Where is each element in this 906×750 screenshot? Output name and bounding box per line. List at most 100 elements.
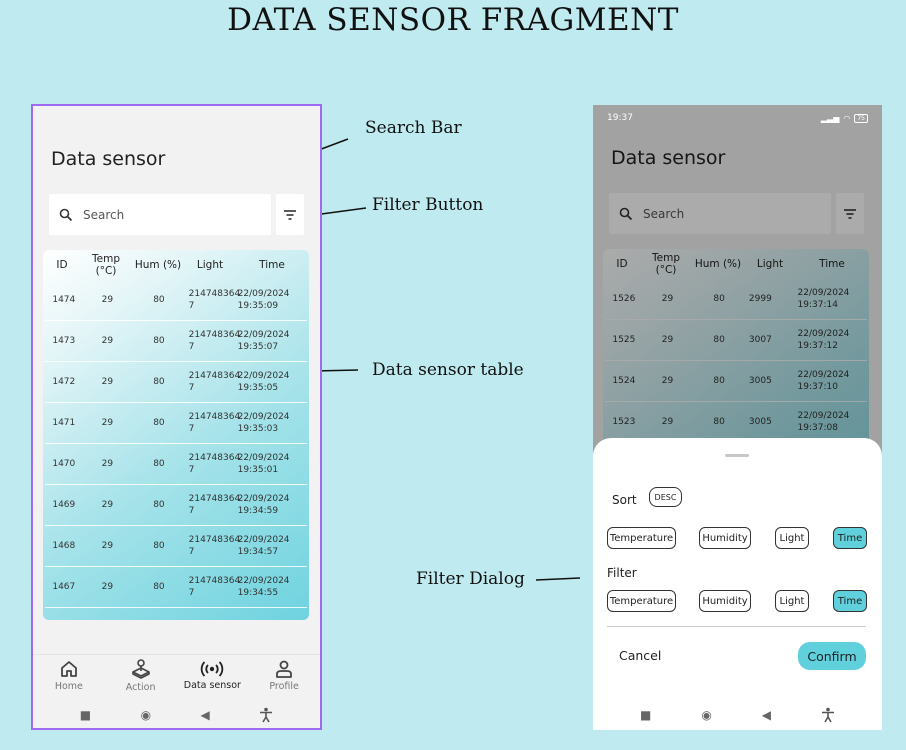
left-phone-screen: Data sensor Search ID Temp (°C) Hum (%) … xyxy=(31,104,322,730)
bottom-nav: Home Action Data sensor Profile xyxy=(33,654,320,696)
cell-light: 214748364 7 xyxy=(188,494,241,516)
status-bar xyxy=(33,106,320,128)
column-header-time: Time xyxy=(259,259,285,271)
battery-icon: 75 xyxy=(854,113,868,123)
cell-id: 1474 xyxy=(52,295,76,305)
cell-light: 214748364 7 xyxy=(188,371,241,393)
table-row: 1468 29 80 214748364 7 22/09/2024 19:34:57 xyxy=(45,526,307,567)
nav-label: Data sensor xyxy=(183,680,241,691)
sort-option-light[interactable]: Light xyxy=(775,527,809,549)
confirm-button[interactable]: Confirm xyxy=(798,642,866,670)
cell-hum: 80 xyxy=(153,541,165,551)
signal-icon: ▂▃▅ xyxy=(820,113,840,123)
nav-item-home[interactable]: Home xyxy=(33,655,105,696)
status-time: 19:37 xyxy=(607,113,633,123)
cell-clock: 19:35:09 xyxy=(237,301,279,311)
table-row: 1470 29 80 214748364 7 22/09/2024 19:35:01 xyxy=(45,444,307,485)
search-bar-annotation: Search Bar xyxy=(365,118,462,138)
accessibility-icon[interactable] xyxy=(821,707,835,723)
nav-item-data-sensor[interactable]: Data sensor xyxy=(177,655,249,696)
cell-time: 22/09/2024 19:35:09 xyxy=(236,288,307,312)
cell-time: 22/09/2024 19:35:07 xyxy=(236,329,307,353)
column-header-light: Light xyxy=(196,259,224,271)
filter-option-time[interactable]: Time xyxy=(833,590,867,612)
table-body: 1474 29 80 214748364 7 22/09/2024 19:35:09 147… xyxy=(43,280,309,608)
home-circle-icon[interactable]: ◉ xyxy=(701,708,711,722)
cell-time: 22/09/2024 19:35:03 xyxy=(236,411,307,435)
cell-date: 22/09/2024 xyxy=(237,494,290,504)
cell-time: 22/09/2024 19:35:01 xyxy=(236,452,307,476)
cell-date: 22/09/2024 xyxy=(237,576,290,586)
sort-order-toggle[interactable]: DESC xyxy=(649,487,682,507)
cell-temp: 29 xyxy=(101,418,114,428)
sort-option-humidity[interactable]: Humidity xyxy=(699,527,751,549)
cell-light: 214748364 7 xyxy=(188,289,241,311)
cell-temp: 29 xyxy=(101,582,114,592)
table-row: 1473 29 80 214748364 7 22/09/2024 19:35:07 xyxy=(45,321,307,362)
cell-date: 22/09/2024 xyxy=(237,535,290,545)
filter-option-humidity[interactable]: Humidity xyxy=(699,590,751,612)
cell-id: 1471 xyxy=(52,418,76,428)
cell-time: 22/09/2024 19:35:05 xyxy=(236,370,307,394)
filter-dialog: Sort DESC Temperature Humidity Light Tim… xyxy=(593,438,882,730)
status-icons: ▂▃▅ ◠ 75 xyxy=(820,113,868,123)
filter-dialog-annotation: Filter Dialog xyxy=(416,569,525,589)
filter-button[interactable] xyxy=(276,194,304,235)
search-placeholder: Search xyxy=(83,207,125,222)
filter-option-temperature[interactable]: Temperature xyxy=(607,590,676,612)
nav-item-profile[interactable]: Profile xyxy=(248,655,320,696)
cell-clock: 19:35:01 xyxy=(237,465,279,475)
screen-title: Data sensor xyxy=(51,148,166,170)
home-circle-icon[interactable]: ◉ xyxy=(141,708,151,722)
cell-id: 1472 xyxy=(52,377,76,387)
cell-clock: 19:35:07 xyxy=(237,342,279,352)
sort-option-time[interactable]: Time xyxy=(833,527,867,549)
cell-id: 1473 xyxy=(52,336,76,346)
cell-date: 22/09/2024 xyxy=(237,412,290,422)
sort-option-temperature[interactable]: Temperature xyxy=(607,527,676,549)
system-nav: ■ ◉ ◀ xyxy=(593,700,882,730)
nav-item-action[interactable]: Action xyxy=(105,655,177,696)
search-input[interactable]: Search xyxy=(49,194,271,235)
table-row: 1467 29 80 214748364 7 22/09/2024 19:34:55 xyxy=(45,567,307,608)
broadcast-icon xyxy=(201,661,224,677)
filter-button-annotation: Filter Button xyxy=(372,195,484,215)
table-header: ID Temp (°C) Hum (%) Light Time xyxy=(43,250,309,280)
cell-light: 214748364 7 xyxy=(188,535,241,557)
cell-hum: 80 xyxy=(153,295,165,305)
filter-dialog-leader xyxy=(535,577,581,581)
cell-hum: 80 xyxy=(153,582,165,592)
recents-icon[interactable]: ■ xyxy=(640,708,651,722)
cell-id: 1470 xyxy=(52,459,76,469)
back-icon[interactable]: ◀ xyxy=(762,708,771,722)
back-icon[interactable]: ◀ xyxy=(201,708,210,722)
home-icon xyxy=(60,661,77,677)
search-icon xyxy=(59,208,73,221)
cell-date: 22/09/2024 xyxy=(237,289,290,299)
cell-hum: 80 xyxy=(153,336,165,346)
cell-light: 214748364 7 xyxy=(188,412,241,434)
cell-date: 22/09/2024 xyxy=(237,330,290,340)
cell-hum: 80 xyxy=(153,500,165,510)
drag-handle[interactable] xyxy=(725,454,749,457)
filter-label: Filter xyxy=(607,566,637,580)
accessibility-icon[interactable] xyxy=(259,707,273,723)
table-row: 1474 29 80 214748364 7 22/09/2024 19:35:09 xyxy=(45,280,307,321)
filter-icon xyxy=(284,209,296,220)
cell-clock: 19:34:55 xyxy=(237,588,279,598)
cell-clock: 19:35:05 xyxy=(237,383,279,393)
column-header-id: ID xyxy=(56,259,68,271)
table-row: 1471 29 80 214748364 7 22/09/2024 19:35:03 xyxy=(45,403,307,444)
cancel-button[interactable]: Cancel xyxy=(619,648,661,663)
status-bar: 19:37 ▂▃▅ ◠ 75 xyxy=(593,107,882,129)
data-table-annotation: Data sensor table xyxy=(372,360,524,380)
nav-label: Profile xyxy=(269,681,299,692)
cell-clock: 19:34:57 xyxy=(237,547,279,557)
cell-clock: 19:35:03 xyxy=(237,424,279,434)
cell-hum: 80 xyxy=(153,377,165,387)
system-nav: ■ ◉ ◀ xyxy=(33,700,320,728)
recents-icon[interactable]: ■ xyxy=(80,708,91,722)
filter-option-light[interactable]: Light xyxy=(775,590,809,612)
nav-label: Home xyxy=(54,681,83,692)
joystick-icon xyxy=(131,659,150,679)
